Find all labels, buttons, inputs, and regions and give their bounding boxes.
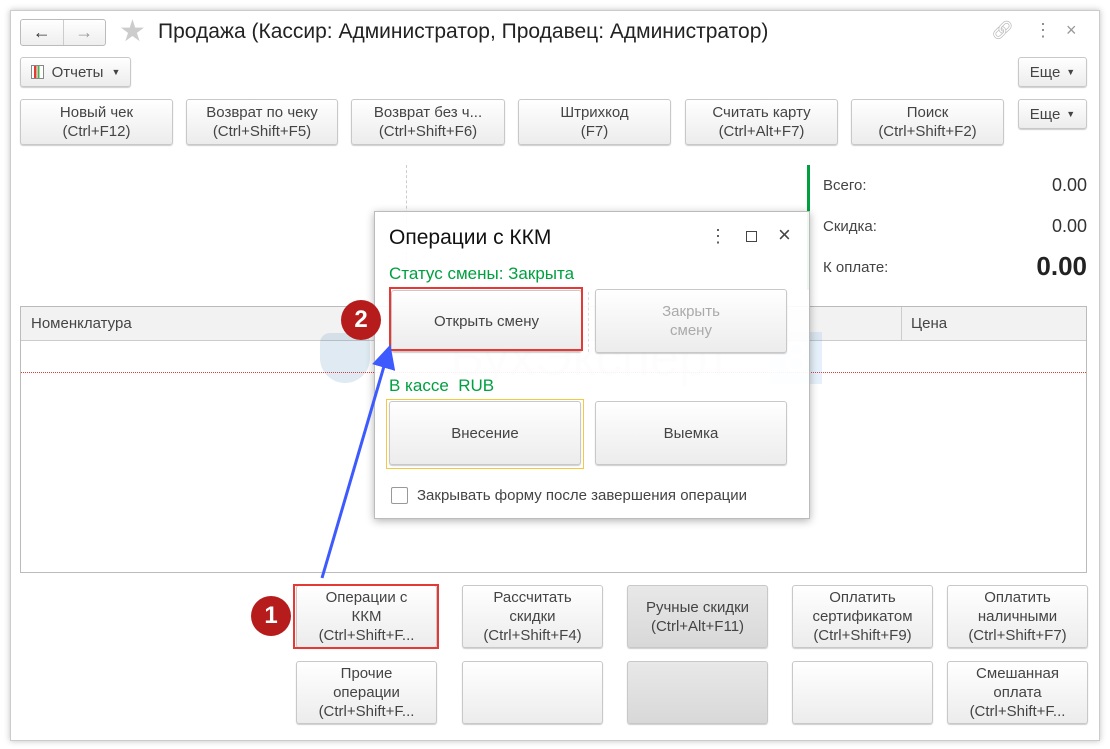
annotation-arrow bbox=[320, 344, 396, 579]
